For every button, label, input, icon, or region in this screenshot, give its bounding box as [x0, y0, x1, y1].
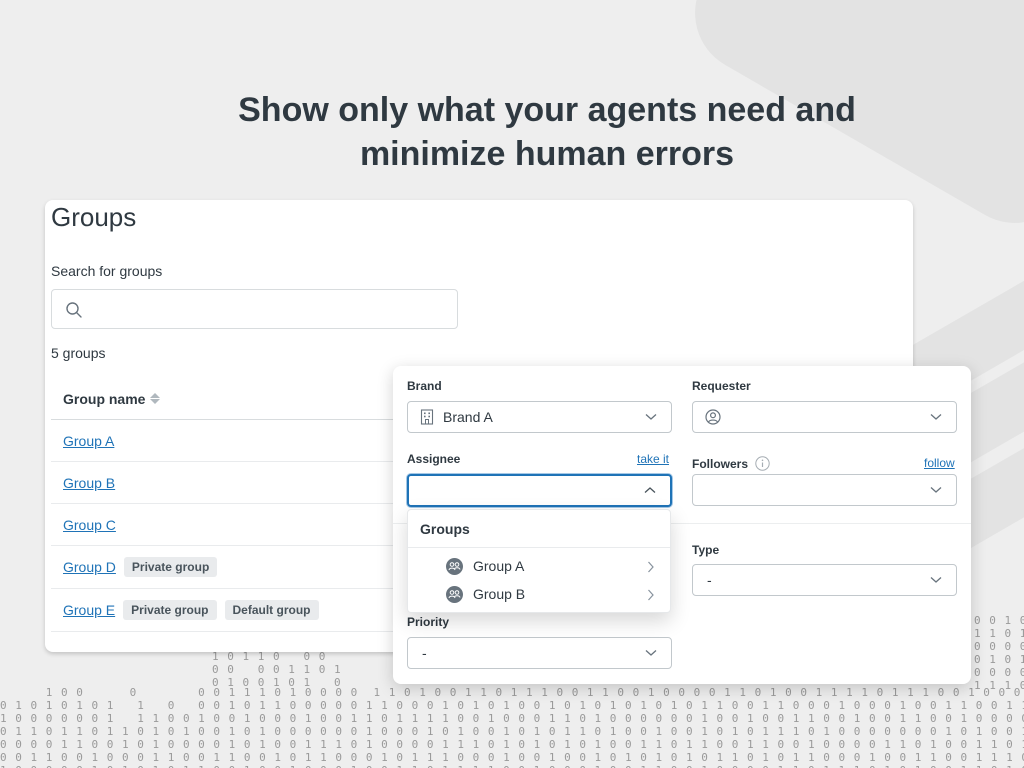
sort-icon[interactable] — [150, 393, 161, 404]
binary-pattern: 1 0 0 0 0 0 1 1 1 0 1 0 0 0 0 1 1 0 1 0 … — [0, 686, 1024, 768]
dropdown-item-group[interactable]: Group B — [408, 580, 670, 608]
chevron-down-icon — [930, 577, 942, 583]
ticket-fields-panel: Brand Brand A Requester Assignee take it — [393, 366, 971, 684]
group-link[interactable]: Group D — [63, 559, 116, 575]
brand-value: Brand A — [443, 409, 493, 425]
headline-line-1: Show only what your agents need and — [238, 91, 856, 129]
group-icon — [446, 585, 463, 603]
private-group-tag: Private group — [123, 557, 218, 577]
follow-link[interactable]: follow — [924, 456, 955, 470]
chevron-right-icon — [648, 561, 654, 573]
page-title: Groups — [51, 202, 137, 232]
dropdown-item-group[interactable]: Group A — [408, 552, 670, 580]
followers-label-text: Followers — [692, 457, 749, 471]
dropdown-header: Groups — [408, 510, 670, 548]
search-field[interactable] — [51, 289, 458, 329]
chevron-right-icon — [648, 589, 654, 601]
chevron-down-icon — [645, 650, 657, 656]
group-icon — [446, 557, 463, 575]
type-value: - — [707, 572, 712, 588]
groups-table: Group name Group A Group B Group C Group… — [51, 378, 451, 632]
dropdown-item-label: Group A — [473, 558, 525, 574]
group-link[interactable]: Group A — [63, 433, 114, 449]
type-label: Type — [692, 543, 720, 557]
assignee-select[interactable] — [407, 474, 672, 507]
search-label: Search for groups — [51, 263, 163, 279]
table-row: Group C — [51, 504, 451, 546]
binary-pattern: 1 0 1 1 0 0 0 1 1 0 0 0 0 0 1 1 0 1 1 1 … — [212, 650, 342, 686]
dropdown-item-label: Group B — [473, 586, 526, 602]
private-group-tag: Private group — [123, 600, 217, 620]
table-row: Group A — [51, 420, 451, 462]
table-row: Group E Private group Default group — [51, 589, 451, 632]
chevron-down-icon — [645, 414, 657, 420]
chevron-up-icon — [644, 487, 656, 493]
chevron-down-icon — [930, 487, 942, 493]
table-row: Group D Private group — [51, 546, 451, 589]
group-link[interactable]: Group C — [63, 517, 116, 533]
group-count: 5 groups — [51, 345, 106, 361]
column-header-group-name[interactable]: Group name — [51, 378, 451, 420]
info-icon[interactable] — [755, 456, 771, 471]
user-circle-icon — [705, 409, 721, 425]
type-select[interactable]: - — [692, 564, 957, 596]
followers-label: Followers — [692, 456, 771, 471]
search-input[interactable] — [92, 290, 452, 328]
assignee-dropdown-menu: Groups Group A Group B — [407, 509, 671, 613]
priority-label: Priority — [407, 615, 450, 629]
headline-line-2: minimize human errors — [359, 135, 735, 173]
building-icon — [420, 409, 434, 425]
brand-label: Brand — [407, 379, 442, 393]
priority-value: - — [422, 645, 427, 661]
chevron-down-icon — [930, 414, 942, 420]
group-link[interactable]: Group B — [63, 475, 115, 491]
headline: Show only what your agents need and mini… — [0, 88, 1024, 176]
binary-pattern: 0 0 1 0 0 1 1 0 1 0 0 0 0 0 1 0 1 0 1 0 … — [974, 614, 1024, 692]
take-it-link[interactable]: take it — [637, 452, 669, 466]
table-row: Group B — [51, 462, 451, 504]
followers-select[interactable] — [692, 474, 957, 506]
group-link[interactable]: Group E — [63, 602, 115, 618]
search-icon — [66, 302, 82, 318]
requester-select[interactable] — [692, 401, 957, 433]
column-header-label: Group name — [63, 390, 146, 407]
brand-select[interactable]: Brand A — [407, 401, 672, 433]
default-group-tag: Default group — [224, 600, 319, 620]
assignee-label: Assignee — [407, 452, 461, 466]
requester-label: Requester — [692, 379, 751, 393]
priority-select[interactable]: - — [407, 637, 672, 669]
